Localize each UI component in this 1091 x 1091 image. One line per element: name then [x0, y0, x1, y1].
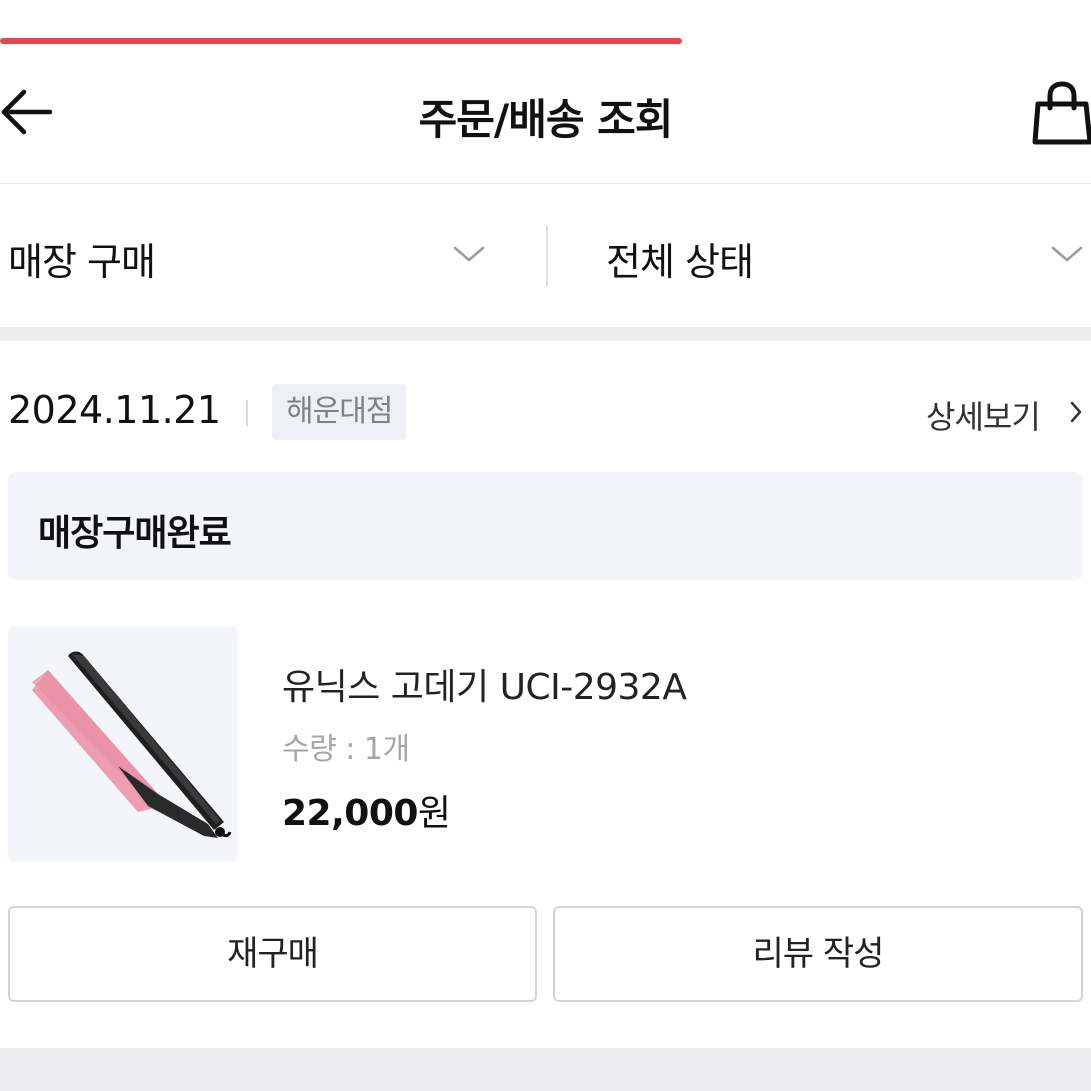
order-status-box: 매장구매완료 — [8, 472, 1083, 580]
status-selected: 전체 상태 — [606, 240, 754, 284]
chevron-down-icon — [453, 246, 485, 262]
store-badge: 해운대점 — [272, 384, 407, 440]
price-amount: 22,000 — [282, 793, 418, 834]
purchase-type-selected: 매장 구매 — [8, 240, 156, 284]
cart-button[interactable] — [1030, 78, 1091, 148]
product-quantity: 수량 : 1개 — [282, 732, 410, 767]
purchase-type-dropdown[interactable]: 매장 구매 — [0, 185, 546, 327]
write-review-button[interactable]: 리뷰 작성 — [553, 906, 1083, 1002]
page-progress-fill — [0, 38, 682, 44]
product-price: 22,000원 — [282, 784, 451, 836]
reorder-button[interactable]: 재구매 — [8, 906, 537, 1002]
shopping-bag-icon — [1032, 81, 1091, 145]
order-header: 2024.11.21 해운대점 상세보기 — [0, 380, 1091, 444]
order-delivery-page: 주문/배송 조회 매장 구매 전체 상태 2024.11.21 해운대점 상세보… — [0, 0, 1091, 1091]
product-thumbnail[interactable] — [8, 626, 238, 862]
view-details-link[interactable]: 상세보기 — [926, 390, 1091, 436]
chevron-down-icon — [1051, 246, 1083, 262]
page-progress-bar — [0, 38, 1091, 44]
status-dropdown[interactable]: 전체 상태 — [548, 185, 1091, 327]
app-header: 주문/배송 조회 — [0, 60, 1091, 184]
section-divider — [0, 327, 1091, 341]
product-name[interactable]: 유닉스 고데기 UCI-2932A — [282, 658, 687, 710]
date-separator — [246, 400, 248, 426]
filter-bar: 매장 구매 전체 상태 — [0, 185, 1091, 327]
order-item: 유닉스 고데기 UCI-2932A 수량 : 1개 22,000원 — [0, 626, 1091, 862]
hair-straightener-image — [32, 651, 232, 838]
price-currency: 원 — [417, 793, 451, 834]
page-title: 주문/배송 조회 — [418, 95, 674, 144]
order-date: 2024.11.21 — [8, 388, 221, 432]
chevron-right-icon — [1070, 401, 1082, 423]
order-status: 매장구매완료 — [38, 513, 232, 554]
view-details-label: 상세보기 — [926, 398, 1041, 436]
section-divider — [0, 1048, 1091, 1091]
